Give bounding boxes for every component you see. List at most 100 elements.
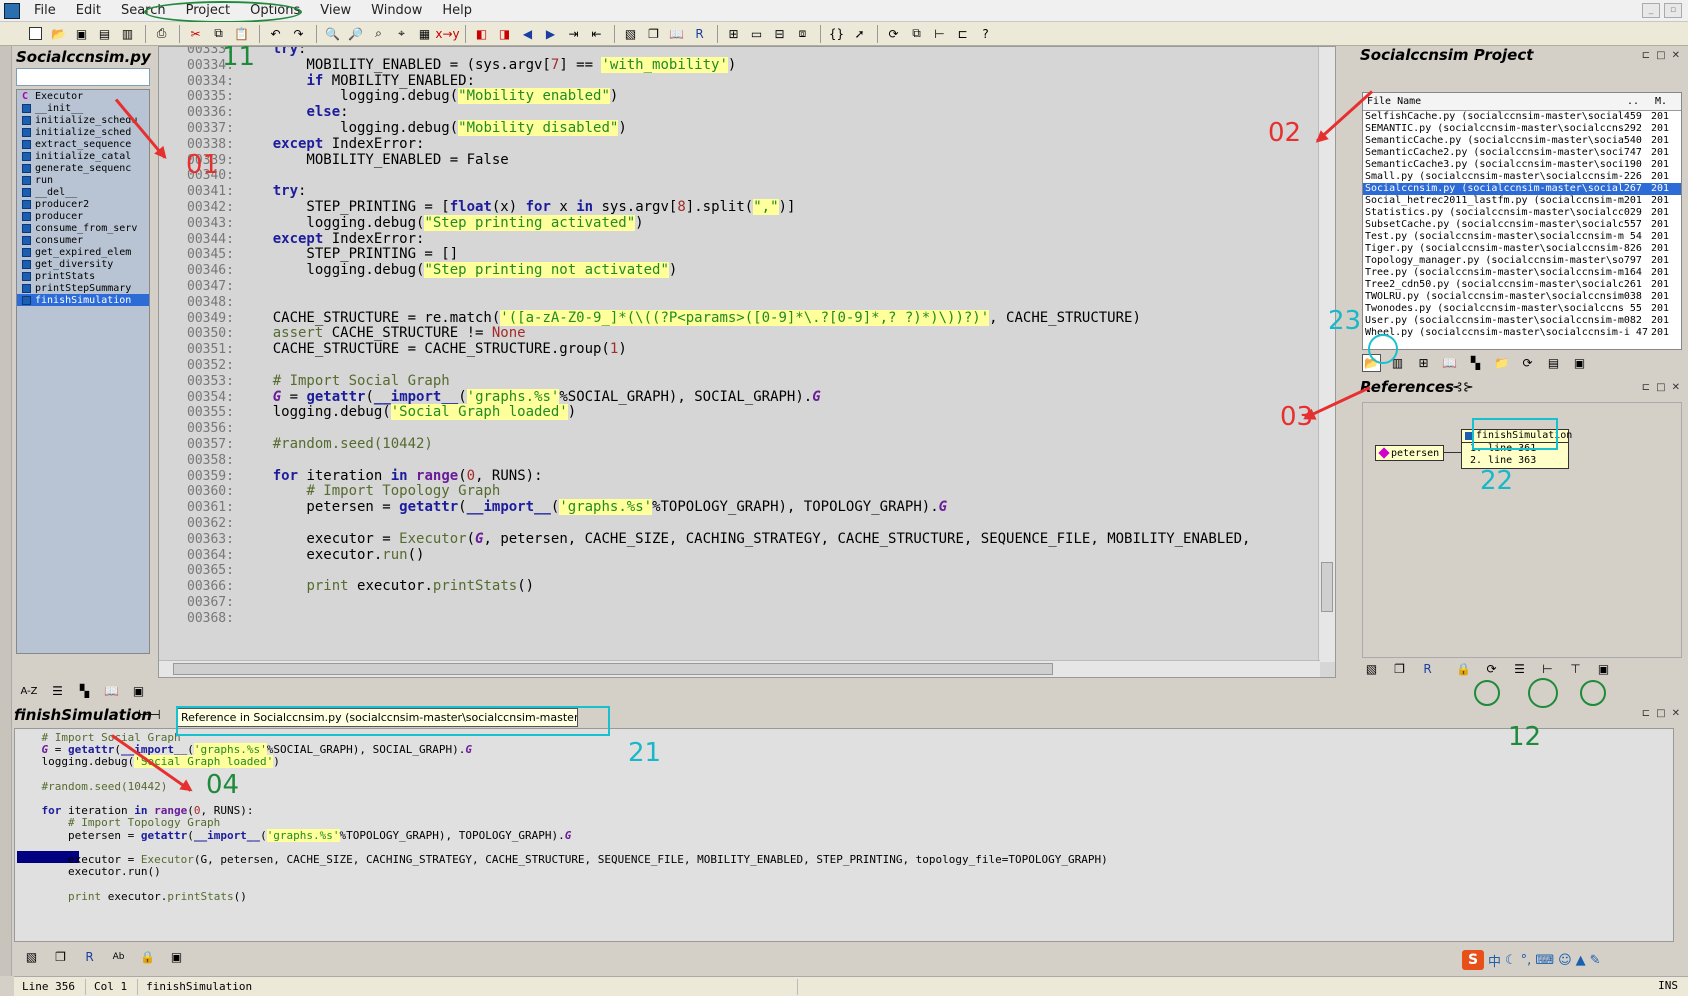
symbol-item[interactable]: consume_from_serv bbox=[17, 222, 149, 234]
pointer-icon[interactable]: ➚ bbox=[850, 25, 869, 43]
brace-icon[interactable]: {} bbox=[827, 25, 846, 43]
code-line[interactable]: 00368: bbox=[159, 610, 239, 627]
symbol-item[interactable]: C Executor bbox=[17, 90, 149, 102]
code-line[interactable]: 00365: bbox=[159, 562, 239, 579]
category-icon[interactable]: ▚ bbox=[75, 682, 94, 700]
menu-file[interactable]: File bbox=[24, 3, 66, 18]
project-file-row[interactable]: SEMANTIC.py (socialccnsim-master\socialc… bbox=[1363, 123, 1681, 135]
pin-icon[interactable]: ⊏ bbox=[1642, 382, 1650, 393]
close-icon[interactable]: ✕ bbox=[1672, 708, 1680, 719]
keyboard-icon[interactable]: ⌨ bbox=[1535, 953, 1554, 968]
code-line[interactable]: 00361: petersen = getattr(__import__('gr… bbox=[159, 499, 947, 516]
pin-icon[interactable]: ⊏ bbox=[1642, 708, 1650, 719]
code-line[interactable]: 00359: for iteration in range(0, RUNS): bbox=[159, 468, 543, 485]
column-dots[interactable]: .. bbox=[1623, 96, 1651, 107]
search-project-icon[interactable]: ⌖ bbox=[392, 25, 411, 43]
code-line[interactable]: 00351: CACHE_STRUCTURE = CACHE_STRUCTURE… bbox=[159, 341, 627, 358]
search-files-icon[interactable]: 🔎 bbox=[346, 25, 365, 43]
folder-icon[interactable]: 📁 bbox=[1492, 354, 1511, 372]
code-line[interactable]: 00355: logging.debug('Social Graph loade… bbox=[159, 404, 576, 421]
project-file-row[interactable]: Twonodes.py (socialccnsim-master\socialc… bbox=[1363, 303, 1681, 315]
replace-icon[interactable]: x→y bbox=[435, 25, 459, 43]
properties-icon[interactable]: ▣ bbox=[167, 948, 186, 966]
menu-window[interactable]: Window bbox=[361, 3, 432, 18]
find-icon[interactable]: ▦ bbox=[415, 25, 434, 43]
grid-icon[interactable]: ⊞ bbox=[1414, 354, 1433, 372]
print-icon[interactable]: ⎙ bbox=[152, 25, 171, 43]
menu-edit[interactable]: Edit bbox=[66, 3, 111, 18]
symbol-window-icon[interactable]: ▧ bbox=[1362, 660, 1381, 678]
bookmark-next-icon[interactable]: ◨ bbox=[495, 25, 514, 43]
scroll-thumb[interactable] bbox=[1321, 562, 1333, 612]
relation-icon[interactable]: R bbox=[1418, 660, 1437, 678]
symbol-filter-input[interactable] bbox=[16, 68, 150, 86]
symbol-item-selected[interactable]: finishSimulation bbox=[17, 294, 149, 306]
code-line[interactable]: 00347: bbox=[159, 278, 239, 295]
symbol-item[interactable]: printStats bbox=[17, 270, 149, 282]
cut-icon[interactable]: ✂ bbox=[186, 25, 205, 43]
graph-vertical-icon[interactable]: ⊤ bbox=[1566, 660, 1585, 678]
new-window-icon[interactable]: ❐ bbox=[1390, 660, 1409, 678]
symbol-item[interactable]: initialize_sched bbox=[17, 126, 149, 138]
code-line[interactable]: 00364: executor.run() bbox=[159, 547, 424, 564]
code-line[interactable]: 00337: logging.debug("Mobility disabled"… bbox=[159, 120, 627, 137]
relation-properties-icon[interactable]: ▣ bbox=[1594, 660, 1613, 678]
symbol-item[interactable]: get_diversity bbox=[17, 258, 149, 270]
save-icon[interactable]: ▣ bbox=[72, 25, 91, 43]
layout-split-icon[interactable]: ⊟ bbox=[770, 25, 789, 43]
symbol-window-icon[interactable]: ▧ bbox=[621, 25, 640, 43]
lookup-icon[interactable]: ⌕ bbox=[369, 25, 388, 43]
layout-grid-icon[interactable]: ⊞ bbox=[724, 25, 743, 43]
paste-icon[interactable]: 📋 bbox=[232, 25, 251, 43]
moon-icon[interactable]: ☾ bbox=[1505, 953, 1517, 968]
minimize-icon[interactable]: _ bbox=[1642, 3, 1660, 18]
symbol-item[interactable]: extract_sequence bbox=[17, 138, 149, 150]
column-m[interactable]: M. bbox=[1651, 96, 1671, 107]
layout-single-icon[interactable]: ▭ bbox=[747, 25, 766, 43]
ime-language[interactable]: 中 bbox=[1488, 951, 1501, 970]
list-view-icon[interactable]: ☰ bbox=[48, 682, 67, 700]
code-editor[interactable]: 00333: try: 00334: MOBILITY_ENABLED = (sy… bbox=[158, 46, 1336, 678]
symbol-item[interactable]: printStepSummary bbox=[17, 282, 149, 294]
new-file-icon[interactable] bbox=[26, 25, 45, 43]
user-icon[interactable]: ☺ bbox=[1558, 953, 1572, 968]
code-line[interactable]: 00357: #random.seed(10442) bbox=[159, 436, 433, 453]
code-line[interactable]: 00366: print executor.printStats() bbox=[159, 578, 534, 595]
symbol-window-icon[interactable]: ▧ bbox=[22, 948, 41, 966]
editor-horizontal-scrollbar[interactable] bbox=[159, 660, 1320, 677]
project-file-row[interactable]: Tiger.py (socialccnsim-master\socialccns… bbox=[1363, 243, 1681, 255]
tools-icon[interactable]: ✎ bbox=[1590, 953, 1601, 968]
project-file-row[interactable]: User.py (socialccnsim-master\socialccnsi… bbox=[1363, 315, 1681, 327]
skin-icon[interactable]: ▲ bbox=[1576, 953, 1586, 968]
search-icon[interactable]: 🔍 bbox=[323, 25, 342, 43]
code-line[interactable]: 00343: logging.debug("Step printing acti… bbox=[159, 214, 644, 232]
properties-icon[interactable]: ▣ bbox=[1570, 354, 1589, 372]
jump-icon[interactable]: ⇥ bbox=[564, 25, 583, 43]
properties-icon[interactable]: ▣ bbox=[129, 682, 148, 700]
code-line[interactable]: 00349: CACHE_STRUCTURE = re.match('([a-z… bbox=[159, 309, 1141, 327]
relation-window-icon[interactable]: ⊢ bbox=[930, 25, 949, 43]
project-file-row[interactable]: SelfishCache.py (socialccnsim-master\soc… bbox=[1363, 111, 1681, 123]
project-file-row[interactable]: Statistics.py (socialccnsim-master\socia… bbox=[1363, 207, 1681, 219]
category-icon[interactable]: ▚ bbox=[1466, 354, 1485, 372]
project-file-row[interactable]: SemanticCache2.py (socialccnsim-master\s… bbox=[1363, 147, 1681, 159]
lock-icon[interactable]: 🔒 bbox=[1454, 660, 1473, 678]
refresh-icon[interactable]: ⟳ bbox=[1482, 660, 1501, 678]
copy-icon[interactable]: ⧉ bbox=[209, 25, 228, 43]
menu-view[interactable]: View bbox=[310, 3, 361, 18]
code-line[interactable]: 00348: bbox=[159, 294, 239, 311]
maximize-icon[interactable]: □ bbox=[1656, 382, 1665, 393]
scroll-thumb[interactable] bbox=[173, 663, 1053, 675]
code-line[interactable]: 00345: STEP_PRINTING = [] bbox=[159, 246, 458, 263]
sort-az-button[interactable]: A-Z bbox=[18, 682, 40, 700]
bookmark-prev-icon[interactable]: ◧ bbox=[472, 25, 491, 43]
project-file-row[interactable]: Social_hetrec2011_lastfm.py (socialccnsi… bbox=[1363, 195, 1681, 207]
open-file-icon[interactable]: 📂 bbox=[49, 25, 68, 43]
browse-icon[interactable]: 📖 bbox=[1440, 354, 1459, 372]
caller-node[interactable]: petersen bbox=[1375, 445, 1445, 461]
symbol-item[interactable]: consumer bbox=[17, 234, 149, 246]
browse-icon[interactable]: 📖 bbox=[667, 25, 686, 43]
symbol-item[interactable]: __del__ bbox=[17, 186, 149, 198]
project-file-row[interactable]: SemanticCache3.py (socialccnsim-master\s… bbox=[1363, 159, 1681, 171]
pin-icon[interactable]: ⊏ bbox=[1642, 50, 1650, 61]
